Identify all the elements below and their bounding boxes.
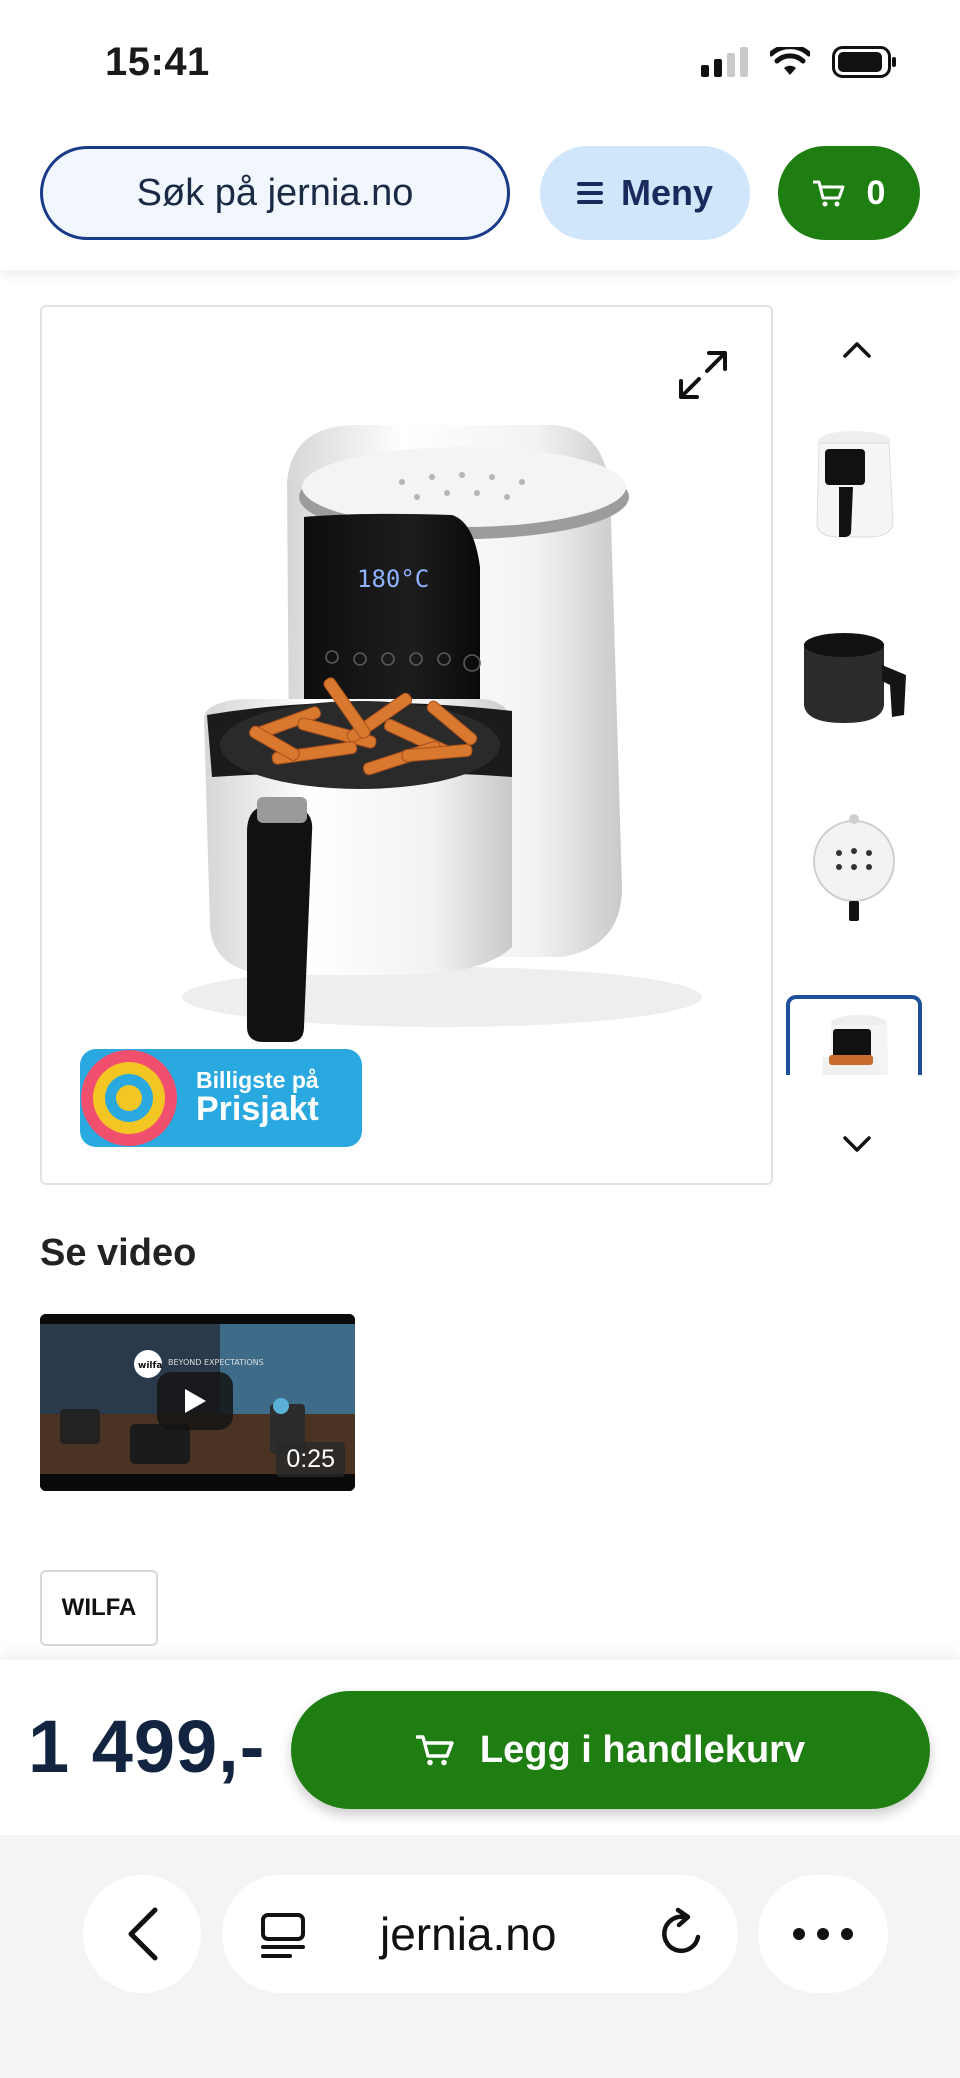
badge-line2: Prisjakt (196, 1090, 319, 1129)
prisjakt-logo-icon (81, 1050, 177, 1146)
thumbnail-3[interactable] (786, 785, 922, 945)
thumbnail-2[interactable] (786, 595, 922, 755)
video-overlay-tagline: BEYOND EXPECTATIONS (168, 1358, 264, 1367)
thumbnail-4-active[interactable] (786, 995, 922, 1075)
menu-button[interactable]: Meny (540, 146, 750, 240)
back-button[interactable] (83, 1875, 201, 1993)
play-button[interactable] (157, 1372, 233, 1430)
prisjakt-badge[interactable]: Billigste på Prisjakt (80, 1049, 362, 1147)
status-icons (701, 46, 898, 78)
product-main-image[interactable]: 180°C Billigste på Prisjakt (40, 305, 773, 1185)
video-thumbnail[interactable]: wilfa BEYOND EXPECTATIONS 0:25 (40, 1314, 355, 1491)
chevron-up-icon[interactable] (832, 329, 882, 369)
menu-label: Meny (620, 172, 714, 213)
thumbnail-1[interactable] (786, 405, 922, 565)
search-input[interactable]: Søk på jernia.no (40, 146, 510, 240)
browser-toolbar: jernia.no (0, 1835, 960, 2078)
video-duration: 0:25 (276, 1442, 345, 1477)
svg-text:180°C: 180°C (357, 565, 429, 593)
status-bar: 15:41 (0, 0, 960, 120)
product-price: 1 499,- (28, 1705, 266, 1788)
svg-text:wilfa: wilfa (138, 1361, 162, 1371)
address-bar[interactable]: jernia.no (222, 1875, 738, 1993)
cart-icon (812, 180, 845, 207)
add-to-cart-label: Legg i handlekurv (479, 1728, 806, 1771)
thumbnail-strip (783, 305, 931, 1185)
brand-tag[interactable]: WILFA (40, 1570, 158, 1646)
more-button[interactable] (758, 1875, 888, 1993)
chevron-left-icon (128, 1907, 158, 1961)
cart-count: 0 (866, 173, 886, 212)
badge-line1: Billigste på (196, 1067, 319, 1094)
cart-button[interactable]: 0 (778, 146, 920, 240)
chevron-down-icon[interactable] (832, 1125, 882, 1165)
site-header: Søk på jernia.no Meny 0 (0, 120, 960, 270)
video-section-title: Se video (40, 1232, 197, 1274)
play-icon (185, 1389, 206, 1413)
battery-icon (832, 46, 896, 78)
sticky-buy-bar: 1 499,- Legg i handlekurv (0, 1660, 960, 1835)
url-text: jernia.no (380, 1908, 557, 1960)
wifi-icon (770, 47, 810, 75)
cart-icon (415, 1735, 454, 1766)
status-time: 15:41 (105, 40, 210, 84)
reload-icon[interactable] (654, 1907, 708, 1961)
signal-icon (701, 47, 748, 77)
add-to-cart-button[interactable]: Legg i handlekurv (291, 1691, 930, 1809)
tabs-icon[interactable] (258, 1911, 308, 1961)
more-icon (793, 1928, 853, 1940)
hamburger-icon (576, 182, 603, 204)
